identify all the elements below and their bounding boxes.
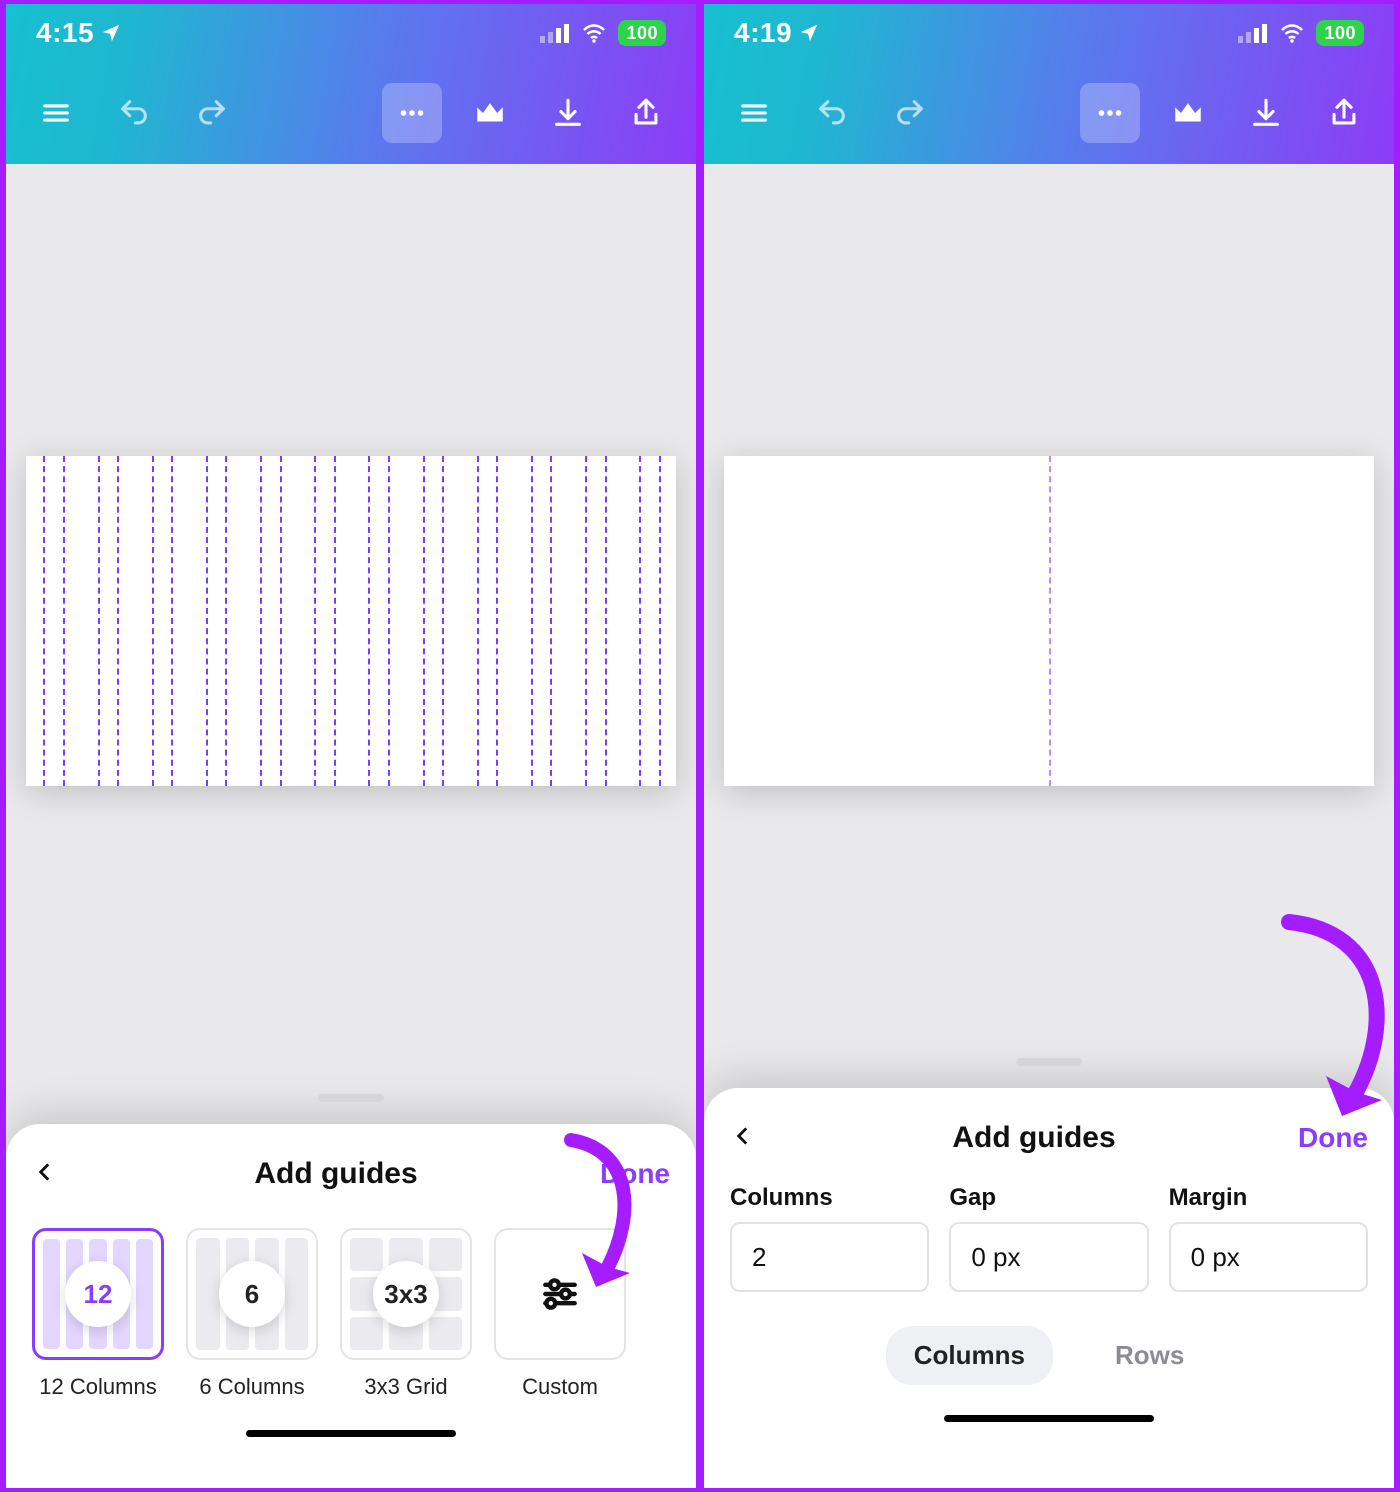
more-options-button[interactable] <box>1080 83 1140 143</box>
cellular-icon <box>1238 23 1268 43</box>
option-badge: 6 <box>219 1261 285 1327</box>
status-bar: 4:15 100 <box>6 4 696 62</box>
design-page[interactable] <box>724 456 1374 786</box>
location-icon <box>100 22 122 44</box>
option-badge: 12 <box>65 1261 131 1327</box>
sliders-icon <box>538 1272 582 1316</box>
app-header: 4:19 100 <box>704 4 1394 164</box>
phone-left: 4:15 100 <box>6 4 696 1488</box>
done-button[interactable]: Done <box>580 1158 670 1190</box>
redo-button[interactable] <box>880 83 940 143</box>
columns-input[interactable]: 2 <box>730 1222 929 1292</box>
share-button[interactable] <box>616 83 676 143</box>
cellular-icon <box>540 23 570 43</box>
custom-guides-sheet: Add guides Done Columns 2 Gap 0 px Margi… <box>704 1088 1394 1488</box>
back-button[interactable] <box>32 1159 92 1190</box>
custom-guides-form: Columns 2 Gap 0 px Margin 0 px <box>730 1184 1368 1292</box>
option-label: 3x3 Grid <box>340 1374 472 1400</box>
battery-badge: 100 <box>618 20 666 46</box>
redo-button[interactable] <box>182 83 242 143</box>
add-guides-sheet: Add guides Done 12 12 Columns 6 6 Column… <box>6 1124 696 1488</box>
menu-button[interactable] <box>26 83 86 143</box>
margin-input[interactable]: 0 px <box>1169 1222 1368 1292</box>
editor-canvas-area[interactable] <box>6 164 696 1134</box>
option-custom[interactable]: Custom <box>494 1228 626 1400</box>
sheet-title: Add guides <box>92 1157 580 1191</box>
segment-rows[interactable]: Rows <box>1087 1326 1212 1385</box>
back-button[interactable] <box>730 1123 790 1154</box>
menu-button[interactable] <box>724 83 784 143</box>
gap-input[interactable]: 0 px <box>949 1222 1148 1292</box>
option-label: 6 Columns <box>186 1374 318 1400</box>
sheet-title: Add guides <box>790 1121 1278 1155</box>
battery-badge: 100 <box>1316 20 1364 46</box>
done-button[interactable]: Done <box>1278 1122 1368 1154</box>
share-button[interactable] <box>1314 83 1374 143</box>
sheet-handle[interactable] <box>1016 1058 1082 1066</box>
option-badge: 3x3 <box>373 1261 439 1327</box>
columns-rows-segmented: Columns Rows <box>730 1326 1368 1385</box>
more-options-button[interactable] <box>382 83 442 143</box>
phone-right: 4:19 100 <box>704 4 1394 1488</box>
option-12-columns[interactable]: 12 12 Columns <box>32 1228 164 1400</box>
design-page[interactable] <box>26 456 676 786</box>
option-3x3-grid[interactable]: 3x3 3x3 Grid <box>340 1228 472 1400</box>
app-header: 4:15 100 <box>6 4 696 164</box>
option-label: 12 Columns <box>32 1374 164 1400</box>
wifi-icon <box>1278 23 1306 43</box>
twelve-column-guides <box>26 456 676 786</box>
columns-label: Columns <box>730 1184 929 1212</box>
margin-label: Margin <box>1169 1184 1368 1212</box>
location-icon <box>798 22 820 44</box>
clock: 4:19 <box>734 17 792 49</box>
home-indicator[interactable] <box>944 1415 1154 1422</box>
undo-button[interactable] <box>104 83 164 143</box>
center-column-guide <box>1049 456 1051 786</box>
option-6-columns[interactable]: 6 6 Columns <box>186 1228 318 1400</box>
download-button[interactable] <box>538 83 598 143</box>
segment-columns[interactable]: Columns <box>886 1326 1053 1385</box>
sheet-handle[interactable] <box>318 1094 384 1102</box>
guide-options-row: 12 12 Columns 6 6 Columns 3x3 3x3 Grid <box>32 1228 670 1400</box>
home-indicator[interactable] <box>246 1430 456 1437</box>
download-button[interactable] <box>1236 83 1296 143</box>
wifi-icon <box>580 23 608 43</box>
premium-button[interactable] <box>1158 83 1218 143</box>
option-label: Custom <box>494 1374 626 1400</box>
clock: 4:15 <box>36 17 94 49</box>
gap-label: Gap <box>949 1184 1148 1212</box>
undo-button[interactable] <box>802 83 862 143</box>
status-bar: 4:19 100 <box>704 4 1394 62</box>
top-toolbar <box>704 62 1394 164</box>
top-toolbar <box>6 62 696 164</box>
premium-button[interactable] <box>460 83 520 143</box>
editor-canvas-area[interactable] <box>704 164 1394 1134</box>
